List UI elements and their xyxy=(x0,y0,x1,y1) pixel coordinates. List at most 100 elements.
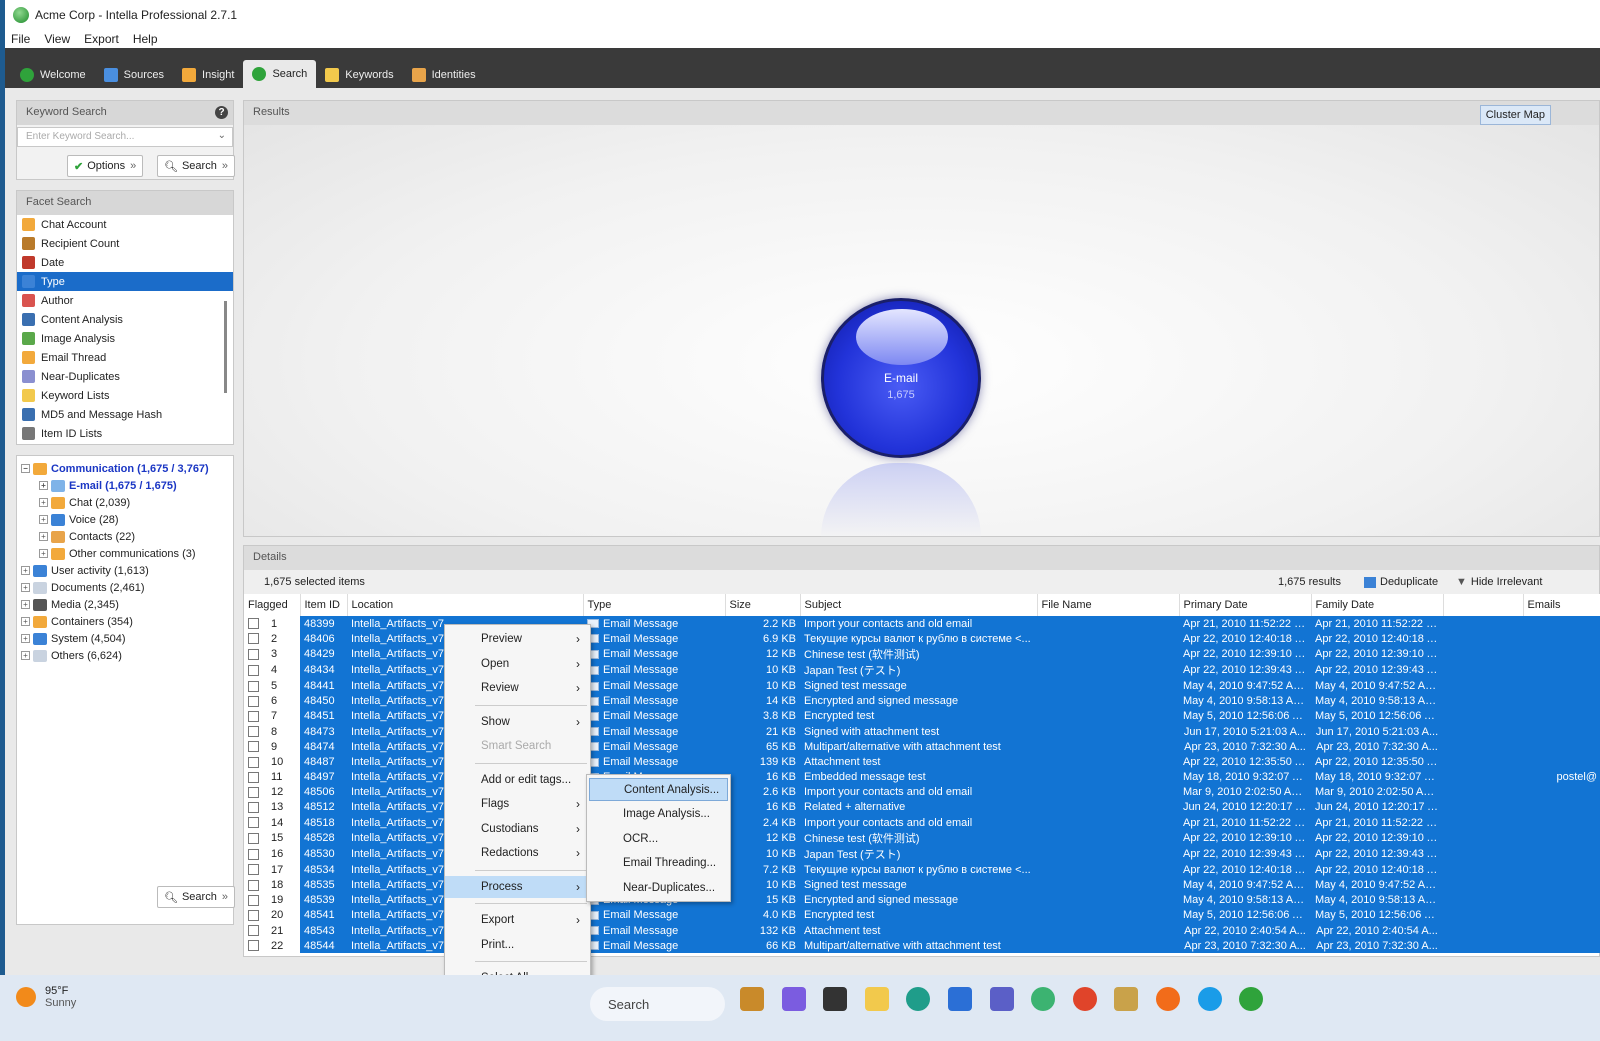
expand-icon[interactable]: + xyxy=(21,600,30,609)
intella-app-icon[interactable] xyxy=(1239,987,1264,1011)
column-header[interactable]: Primary Date xyxy=(1179,594,1312,616)
flag-checkbox[interactable] xyxy=(248,695,259,707)
keyword-search-input[interactable]: Enter Keyword Search... ⌄ xyxy=(17,127,233,147)
check-app-icon[interactable] xyxy=(1031,987,1056,1011)
facet-item[interactable]: Image Analysis xyxy=(17,329,233,348)
expand-icon[interactable]: + xyxy=(21,651,30,660)
context-menu-item-redactions[interactable]: Redactions › xyxy=(445,842,590,864)
submenu-item-email-threading[interactable]: Email Threading... xyxy=(589,852,728,875)
flag-checkbox[interactable] xyxy=(248,618,259,630)
facet-item[interactable]: Item ID Lists xyxy=(17,424,233,443)
flag-checkbox[interactable] xyxy=(248,786,259,798)
flag-checkbox[interactable] xyxy=(248,741,259,753)
flag-checkbox[interactable] xyxy=(248,925,259,937)
flag-checkbox[interactable] xyxy=(248,648,259,660)
firefox-app-icon[interactable] xyxy=(1156,987,1180,1011)
column-header[interactable]: Size xyxy=(725,594,801,616)
weather-widget[interactable]: 95°F Sunny xyxy=(16,985,76,1009)
tree-node[interactable]: + Other communications (3) xyxy=(17,545,233,562)
deduplicate-button[interactable]: Deduplicate xyxy=(1364,576,1438,588)
tree-node[interactable]: − Communication (1,675 / 3,767) xyxy=(17,460,233,477)
column-header[interactable]: Location xyxy=(347,594,584,616)
flag-checkbox[interactable] xyxy=(248,771,259,783)
context-menu-item-print[interactable]: Print... xyxy=(445,934,590,956)
explorer-app-icon[interactable] xyxy=(864,987,889,1011)
facet-item[interactable]: Near-Duplicates xyxy=(17,367,233,386)
context-menu-item-preview[interactable]: Preview › xyxy=(445,628,590,650)
tree-node[interactable]: + E-mail (1,675 / 1,675) xyxy=(17,477,233,494)
flag-checkbox[interactable] xyxy=(248,817,259,829)
flag-checkbox[interactable] xyxy=(248,894,259,906)
taskbar-search[interactable]: Search xyxy=(590,987,725,1021)
context-menu-item-custodians[interactable]: Custodians › xyxy=(445,818,590,840)
facet-item[interactable]: Content Analysis xyxy=(17,310,233,329)
tree-node[interactable]: + System (4,504) xyxy=(17,630,233,647)
context-menu-item-show[interactable]: Show › xyxy=(445,711,590,733)
facet-item[interactable]: Email Thread xyxy=(17,348,233,367)
tree-node[interactable]: + Documents (2,461) xyxy=(17,579,233,596)
tab-search[interactable]: Search xyxy=(243,60,317,88)
teams-app-icon[interactable] xyxy=(989,987,1014,1011)
tree-node[interactable]: + Others (6,624) xyxy=(17,647,233,664)
flag-checkbox[interactable] xyxy=(248,664,259,676)
flag-checkbox[interactable] xyxy=(248,848,259,860)
facet-item[interactable]: Recipient Count xyxy=(17,234,233,253)
tab-insight[interactable]: Insight xyxy=(173,62,243,88)
cluster-map-button[interactable]: Cluster Map xyxy=(1479,105,1551,125)
submenu-item-near-duplicates[interactable]: Near-Duplicates... xyxy=(589,876,728,899)
expand-icon[interactable]: + xyxy=(39,532,48,541)
context-menu-item-open[interactable]: Open › xyxy=(445,653,590,675)
flag-checkbox[interactable] xyxy=(248,726,259,738)
column-header[interactable]: File Name xyxy=(1037,594,1180,616)
chrome-app-icon[interactable] xyxy=(1072,987,1097,1011)
flag-checkbox[interactable] xyxy=(248,879,259,891)
hide-irrelevant-button[interactable]: ▼ Hide Irrelevant xyxy=(1456,576,1542,588)
menu-help[interactable]: Help xyxy=(133,32,158,46)
tree-search-button[interactable]: 🔍︎ Search » xyxy=(157,886,235,908)
tab-sources[interactable]: Sources xyxy=(95,62,173,88)
tab-keywords[interactable]: Keywords xyxy=(316,62,402,88)
flag-checkbox[interactable] xyxy=(248,633,259,645)
menu-file[interactable]: File xyxy=(11,32,30,46)
flag-checkbox[interactable] xyxy=(248,710,259,722)
chevron-down-icon[interactable]: ⌄ xyxy=(218,130,226,141)
menu-view[interactable]: View xyxy=(44,32,70,46)
menu-export[interactable]: Export xyxy=(84,32,119,46)
options-button[interactable]: ✔ Options » xyxy=(67,155,144,177)
expand-icon[interactable]: + xyxy=(39,498,48,507)
files-app-icon[interactable] xyxy=(823,987,848,1011)
context-menu-item-review[interactable]: Review › xyxy=(445,677,590,699)
flag-checkbox[interactable] xyxy=(248,940,259,952)
expand-icon[interactable]: + xyxy=(39,515,48,524)
collapse-icon[interactable]: − xyxy=(21,464,30,473)
tree-node[interactable]: + User activity (1,613) xyxy=(17,562,233,579)
edge-app-icon[interactable] xyxy=(906,987,931,1011)
flag-checkbox[interactable] xyxy=(248,802,259,814)
column-header[interactable]: Subject xyxy=(800,594,1038,616)
expand-icon[interactable]: + xyxy=(21,617,30,626)
tree-node[interactable]: + Contacts (22) xyxy=(17,528,233,545)
copilot-app-icon[interactable] xyxy=(781,987,806,1011)
tab-welcome[interactable]: Welcome xyxy=(11,62,95,88)
context-menu-item-flags[interactable]: Flags › xyxy=(445,793,590,815)
column-header[interactable]: Type xyxy=(583,594,726,616)
facet-item[interactable]: Keyword Lists xyxy=(17,386,233,405)
tree-node[interactable]: + Media (2,345) xyxy=(17,596,233,613)
submenu-item-content-analysis[interactable]: Content Analysis... xyxy=(589,778,728,801)
search-button[interactable]: 🔍︎ Search » xyxy=(157,155,235,177)
facet-item[interactable]: MD5 and Message Hash xyxy=(17,405,233,424)
context-menu-item-process[interactable]: Process › xyxy=(445,875,590,898)
store-app-icon[interactable] xyxy=(948,987,972,1011)
column-header[interactable]: Flagged xyxy=(244,594,301,616)
facet-item[interactable]: Date xyxy=(17,253,233,272)
sonos-app-icon[interactable] xyxy=(1114,987,1139,1011)
flag-checkbox[interactable] xyxy=(248,864,259,876)
flag-checkbox[interactable] xyxy=(248,756,259,768)
submenu-item-image-analysis[interactable]: Image Analysis... xyxy=(589,803,728,826)
flag-checkbox[interactable] xyxy=(248,680,259,692)
email-cluster-bubble[interactable]: E-mail 1,675 xyxy=(821,298,981,458)
column-header[interactable] xyxy=(1443,594,1524,616)
expand-icon[interactable]: + xyxy=(39,549,48,558)
tree-node[interactable]: + Containers (354) xyxy=(17,613,233,630)
flag-checkbox[interactable] xyxy=(248,832,259,844)
